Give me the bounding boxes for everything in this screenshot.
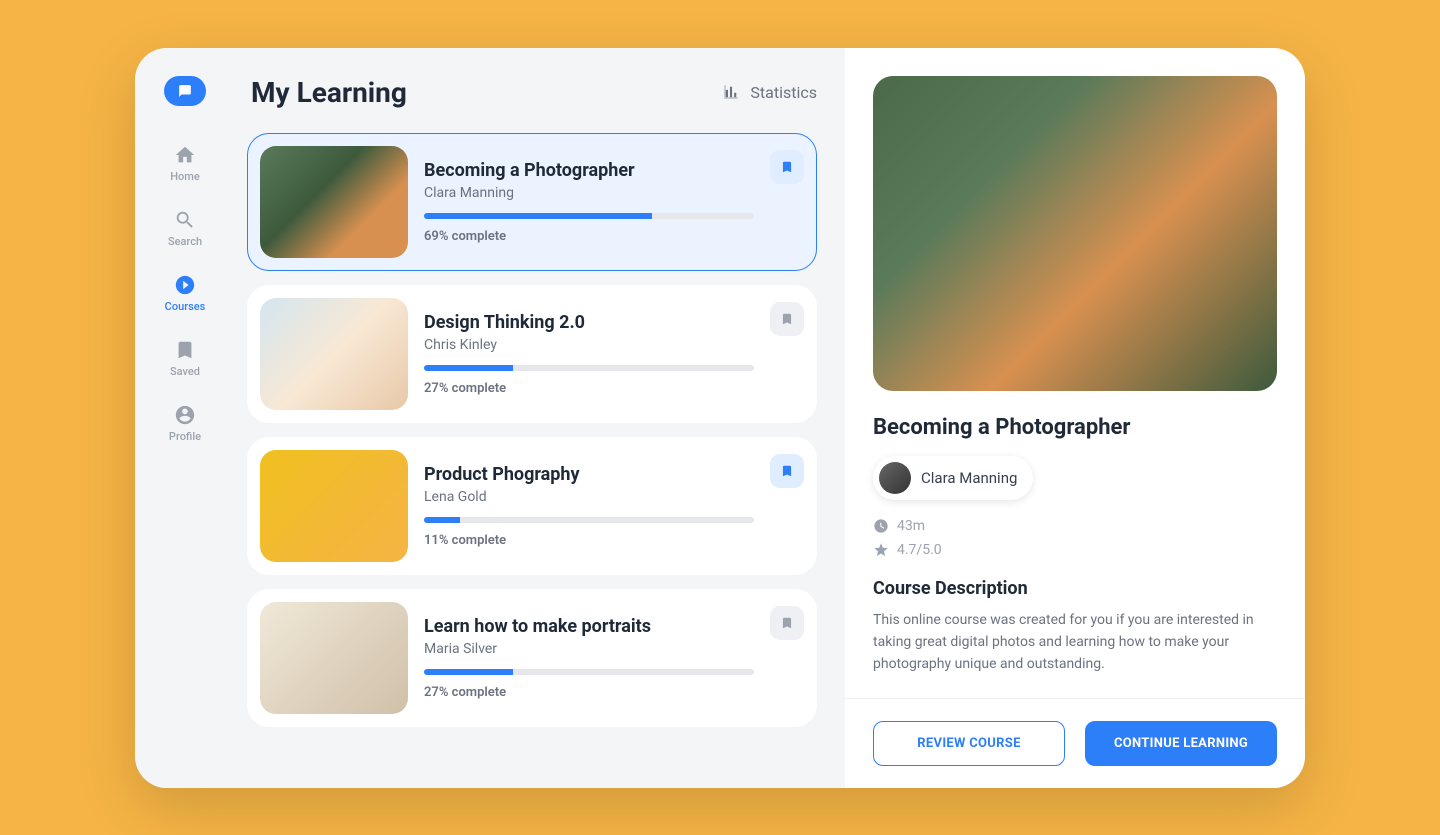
duration-row: 43m (873, 518, 1277, 534)
course-thumbnail (260, 602, 408, 714)
course-title: Learn how to make portraits (424, 616, 754, 637)
course-author: Chris Kinley (424, 337, 754, 353)
nav-profile[interactable]: Profile (169, 404, 201, 443)
course-info: Design Thinking 2.0 Chris Kinley 27% com… (424, 312, 754, 396)
course-card[interactable]: Learn how to make portraits Maria Silver… (247, 589, 817, 727)
course-hero-image (873, 76, 1277, 391)
play-circle-icon (174, 274, 196, 296)
progress-text: 27% complete (424, 685, 754, 700)
nav-label: Search (168, 235, 202, 248)
continue-learning-button[interactable]: CONTINUE LEARNING (1085, 721, 1277, 766)
bookmark-icon (780, 159, 794, 175)
statistics-button[interactable]: Statistics (722, 83, 817, 102)
nav-label: Courses (165, 300, 206, 313)
nav-search[interactable]: Search (168, 209, 202, 248)
avatar (879, 462, 911, 494)
course-list-panel: My Learning Statistics Becoming a Photog… (235, 48, 845, 788)
header-row: My Learning Statistics (247, 76, 817, 109)
course-title: Product Phography (424, 464, 754, 485)
progress-bar (424, 213, 754, 219)
bookmark-icon (174, 339, 196, 361)
author-chip[interactable]: Clara Manning (873, 456, 1033, 500)
progress-text: 27% complete (424, 381, 754, 396)
detail-body: Becoming a Photographer Clara Manning 43… (845, 48, 1305, 698)
description-text: This online course was created for you i… (873, 609, 1277, 676)
course-card[interactable]: Product Phography Lena Gold 11% complete (247, 437, 817, 575)
home-icon (174, 144, 196, 166)
nav-courses[interactable]: Courses (165, 274, 206, 313)
bookmark-button[interactable] (770, 454, 804, 488)
bookmark-button[interactable] (770, 302, 804, 336)
clock-icon (873, 518, 889, 534)
progress-bar (424, 517, 754, 523)
course-title: Design Thinking 2.0 (424, 312, 754, 333)
review-course-button[interactable]: REVIEW COURSE (873, 721, 1065, 766)
progress-fill (424, 213, 652, 219)
course-info: Becoming a Photographer Clara Manning 69… (424, 160, 754, 244)
chat-icon (178, 84, 192, 98)
duration-text: 43m (897, 518, 925, 534)
detail-title: Becoming a Photographer (873, 415, 1277, 440)
action-footer: REVIEW COURSE CONTINUE LEARNING (845, 698, 1305, 788)
course-thumbnail (260, 146, 408, 258)
progress-text: 11% complete (424, 533, 754, 548)
progress-text: 69% complete (424, 229, 754, 244)
course-detail-panel: Becoming a Photographer Clara Manning 43… (845, 48, 1305, 788)
rating-text: 4.7/5.0 (897, 542, 942, 558)
star-icon (873, 542, 889, 558)
user-circle-icon (174, 404, 196, 426)
rating-row: 4.7/5.0 (873, 542, 1277, 558)
nav-saved[interactable]: Saved (170, 339, 200, 378)
nav-label: Saved (170, 365, 200, 378)
course-author: Clara Manning (424, 185, 754, 201)
course-card[interactable]: Becoming a Photographer Clara Manning 69… (247, 133, 817, 271)
course-card[interactable]: Design Thinking 2.0 Chris Kinley 27% com… (247, 285, 817, 423)
page-title: My Learning (251, 76, 407, 109)
statistics-label: Statistics (750, 83, 817, 102)
bookmark-button[interactable] (770, 150, 804, 184)
course-thumbnail (260, 450, 408, 562)
progress-fill (424, 365, 513, 371)
course-author: Maria Silver (424, 641, 754, 657)
bookmark-icon (780, 463, 794, 479)
author-name: Clara Manning (921, 469, 1017, 487)
app-window: Home Search Courses Saved Profile My Lea… (135, 48, 1305, 788)
bookmark-icon (780, 311, 794, 327)
progress-fill (424, 517, 460, 523)
app-logo[interactable] (164, 76, 206, 106)
course-info: Product Phography Lena Gold 11% complete (424, 464, 754, 548)
bar-chart-icon (722, 83, 740, 101)
nav-home[interactable]: Home (170, 144, 200, 183)
course-author: Lena Gold (424, 489, 754, 505)
course-thumbnail (260, 298, 408, 410)
nav-label: Home (170, 170, 200, 183)
progress-fill (424, 669, 513, 675)
course-list: Becoming a Photographer Clara Manning 69… (247, 133, 817, 727)
progress-bar (424, 669, 754, 675)
progress-bar (424, 365, 754, 371)
description-heading: Course Description (873, 578, 1277, 599)
bookmark-button[interactable] (770, 606, 804, 640)
search-icon (174, 209, 196, 231)
course-title: Becoming a Photographer (424, 160, 754, 181)
course-info: Learn how to make portraits Maria Silver… (424, 616, 754, 700)
nav-label: Profile (169, 430, 201, 443)
sidebar: Home Search Courses Saved Profile (135, 48, 235, 788)
bookmark-icon (780, 615, 794, 631)
